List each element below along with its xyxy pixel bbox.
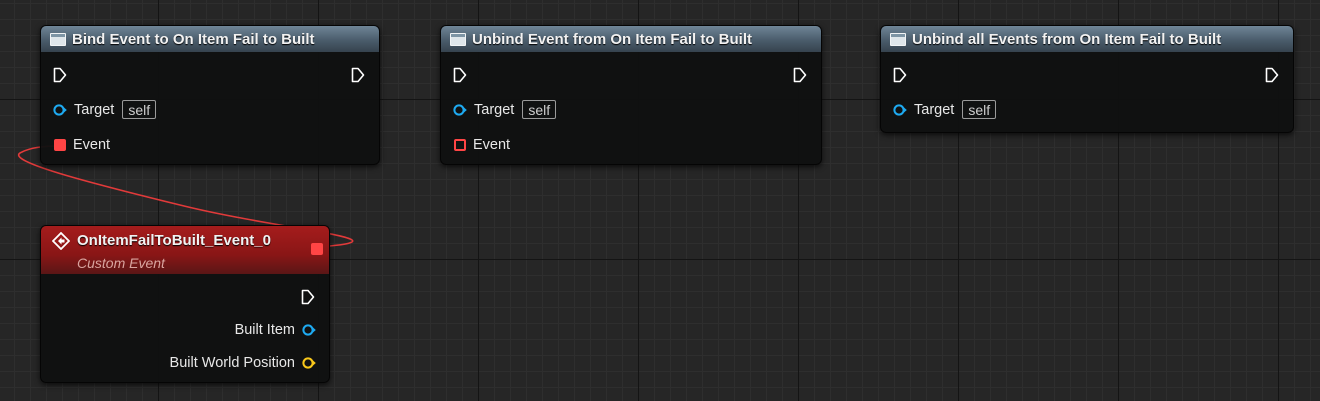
built-item-label: Built Item: [234, 322, 295, 338]
target-self-value: self: [522, 100, 557, 119]
target-pin-row[interactable]: Target self: [53, 100, 157, 119]
custom-event-title: OnItemFailToBuilt_Event_0: [77, 232, 271, 249]
event-icon: [52, 232, 70, 250]
object-pin-icon[interactable]: [302, 324, 316, 336]
custom-event-header[interactable]: OnItemFailToBuilt_Event_0 Custom Event: [41, 226, 329, 274]
object-pin-icon[interactable]: [893, 103, 907, 116]
bind-event-title: Bind Event to On Item Fail to Built: [72, 30, 315, 48]
target-self-value: self: [962, 100, 997, 119]
event-pin-row[interactable]: Event: [54, 137, 110, 153]
function-icon: [890, 32, 906, 46]
target-label: Target: [914, 101, 955, 118]
unbind-event-header[interactable]: Unbind Event from On Item Fail to Built: [441, 26, 821, 52]
target-label: Target: [474, 101, 515, 118]
blueprint-graph[interactable]: Bind Event to On Item Fail to Built Targ…: [0, 0, 1320, 401]
target-self-value: self: [122, 100, 157, 119]
object-pin-icon[interactable]: [453, 103, 467, 116]
target-pin-row[interactable]: Target self: [453, 100, 557, 119]
vector-pin-icon[interactable]: [302, 357, 316, 369]
event-label: Event: [473, 137, 511, 153]
built-world-position-label: Built World Position: [169, 355, 295, 371]
object-pin-icon[interactable]: [53, 103, 67, 116]
unbind-all-title: Unbind all Events from On Item Fail to B…: [912, 30, 1222, 48]
delegate-pin-icon[interactable]: [454, 139, 466, 151]
exec-out-pin-icon[interactable]: [301, 289, 315, 305]
target-pin-row[interactable]: Target self: [893, 100, 997, 119]
delegate-output-pin-icon[interactable]: [311, 243, 323, 255]
built-world-position-pin-row[interactable]: Built World Position: [170, 355, 316, 371]
target-label: Target: [74, 101, 115, 118]
unbind-all-events-node[interactable]: Unbind all Events from On Item Fail to B…: [880, 25, 1294, 133]
exec-in-pin-icon[interactable]: [53, 67, 67, 83]
custom-event-node[interactable]: OnItemFailToBuilt_Event_0 Custom Event B…: [40, 225, 330, 383]
unbind-all-header[interactable]: Unbind all Events from On Item Fail to B…: [881, 26, 1293, 52]
bind-event-node[interactable]: Bind Event to On Item Fail to Built Targ…: [40, 25, 380, 165]
custom-event-subtitle: Custom Event: [77, 255, 165, 271]
unbind-event-title: Unbind Event from On Item Fail to Built: [472, 30, 752, 48]
exec-in-pin-icon[interactable]: [893, 67, 907, 83]
unbind-event-node[interactable]: Unbind Event from On Item Fail to Built …: [440, 25, 822, 165]
exec-out-pin-icon[interactable]: [793, 67, 807, 83]
function-icon: [450, 32, 466, 46]
event-pin-row[interactable]: Event: [454, 137, 510, 153]
exec-in-pin-icon[interactable]: [453, 67, 467, 83]
bind-event-header[interactable]: Bind Event to On Item Fail to Built: [41, 26, 379, 52]
exec-out-pin-icon[interactable]: [351, 67, 365, 83]
function-icon: [50, 32, 66, 46]
built-item-pin-row[interactable]: Built Item: [235, 322, 316, 338]
delegate-pin-icon[interactable]: [54, 139, 66, 151]
exec-out-pin-icon[interactable]: [1265, 67, 1279, 83]
event-label: Event: [73, 137, 111, 153]
